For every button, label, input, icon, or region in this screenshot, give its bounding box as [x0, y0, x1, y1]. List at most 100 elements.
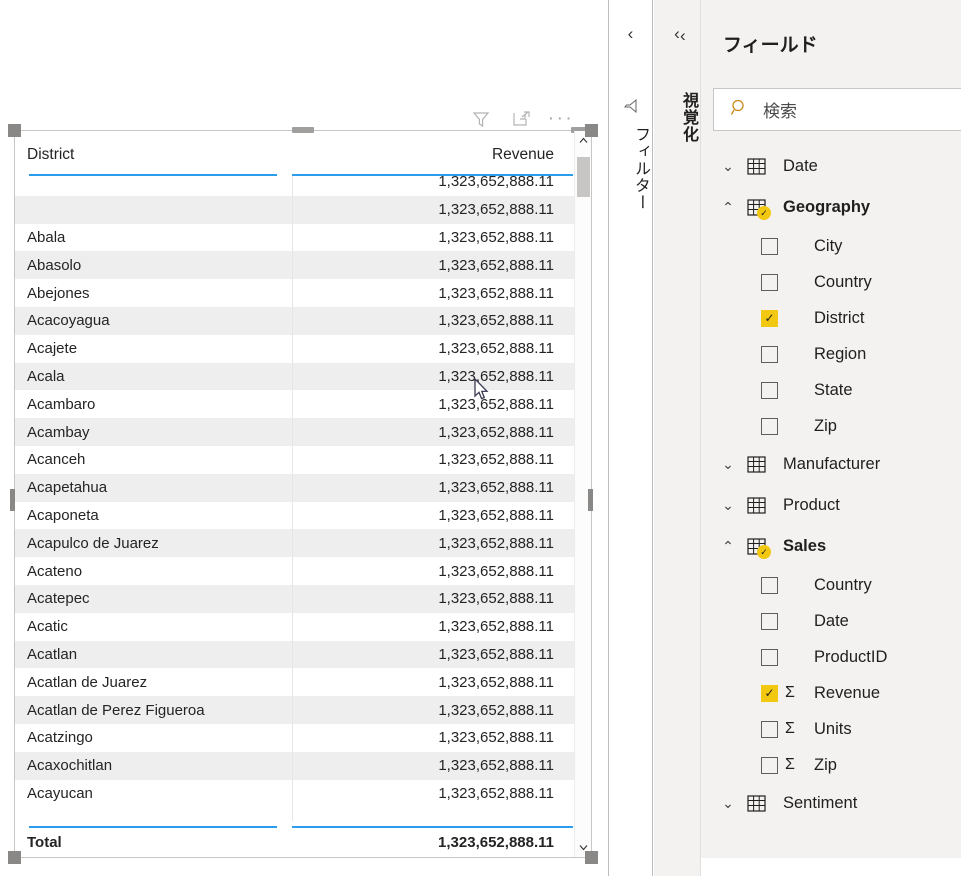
sigma-measure-icon: Σ [785, 720, 795, 737]
cell-revenue: 1,323,652,888.11 [438, 284, 554, 302]
table-visual[interactable]: District Revenue 1,323,652,888.11 1,323,6… [14, 127, 593, 858]
filters-pane-label: フィルター [632, 126, 649, 211]
table-row[interactable]: Acambay 1,323,652,888.11 [15, 418, 574, 446]
resize-handle-top-left[interactable] [8, 124, 21, 137]
cell-revenue: 1,323,652,888.11 [438, 645, 554, 663]
field-checkbox[interactable]: ✓ [761, 612, 778, 630]
chevron-down-icon[interactable]: ⌄ [713, 497, 743, 514]
cell-district: Acatlan de Juarez [27, 673, 148, 691]
table-row[interactable]: Acatlan de Juarez 1,323,652,888.11 [15, 668, 574, 696]
resize-handle-top-right[interactable] [585, 124, 598, 137]
cell-district: Acanceh [27, 451, 86, 469]
field-item-district[interactable]: ✓ District [713, 300, 961, 336]
more-options-icon[interactable]: ··· [548, 108, 572, 130]
field-item-city[interactable]: ✓ City [713, 228, 961, 264]
fields-tree: ⌄ Date ⌃ ✓ Geography ✓ City ✓ Country ✓ District ✓ R… [701, 146, 961, 858]
field-item-state[interactable]: ✓ State [713, 372, 961, 408]
field-item-region[interactable]: ✓ Region [713, 336, 961, 372]
filter-funnel-icon[interactable] [470, 108, 492, 130]
resize-handle-bottom-left[interactable] [8, 851, 21, 864]
fields-table-product[interactable]: ⌄ Product [713, 485, 961, 526]
cell-revenue: 1,323,652,888.11 [438, 701, 554, 719]
fields-table-date[interactable]: ⌄ Date [713, 146, 961, 187]
field-checkbox[interactable]: ✓ [761, 576, 778, 594]
table-icon [743, 795, 769, 812]
table-row[interactable]: Acanceh 1,323,652,888.11 [15, 446, 574, 474]
fields-collapse-chevron-icon[interactable]: ‹ [680, 26, 686, 46]
field-checkbox[interactable]: ✓ [761, 381, 778, 399]
field-checkbox[interactable]: ✓ [761, 273, 778, 291]
field-item-zip[interactable]: ✓ Σ Zip [713, 747, 961, 783]
table-row[interactable]: Acajete 1,323,652,888.11 [15, 335, 574, 363]
field-item-country[interactable]: ✓ Country [713, 264, 961, 300]
field-checkbox[interactable]: ✓ [761, 309, 778, 327]
filters-pane-collapsed[interactable]: ‹ フィルター [608, 0, 653, 876]
table-row[interactable]: Acala 1,323,652,888.11 [15, 362, 574, 391]
table-row[interactable]: Acapulco de Juarez 1,323,652,888.11 [15, 529, 574, 558]
field-item-label: City [814, 236, 843, 255]
field-checkbox[interactable]: ✓ [761, 648, 778, 666]
table-row[interactable]: Abala 1,323,652,888.11 [15, 224, 574, 252]
chevron-up-icon[interactable]: ⌃ [713, 538, 743, 555]
table-row[interactable]: Acacoyagua 1,323,652,888.11 [15, 306, 574, 335]
field-item-date[interactable]: ✓ Date [713, 603, 961, 639]
field-checkbox[interactable]: ✓ [761, 345, 778, 363]
resize-handle-right[interactable] [588, 489, 593, 511]
resize-handle-bottom-right[interactable] [585, 851, 598, 864]
table-row[interactable]: Acatzingo 1,323,652,888.11 [15, 724, 574, 752]
chevron-down-icon[interactable]: ⌄ [713, 456, 743, 473]
fields-table-sales[interactable]: ⌃ ✓ Sales [713, 526, 961, 567]
resize-handle-left[interactable] [10, 489, 15, 511]
visualizations-expand-chevron-icon[interactable]: ‹ [654, 24, 700, 44]
field-item-units[interactable]: ✓ Σ Units [713, 711, 961, 747]
field-checkbox[interactable]: ✓ [761, 237, 778, 255]
table-row[interactable]: Acayucan 1,323,652,888.11 [15, 780, 574, 808]
fields-table-geography[interactable]: ⌃ ✓ Geography [713, 187, 961, 228]
table-header-row: District Revenue [15, 131, 574, 168]
cell-district: Acatlan [27, 645, 78, 663]
chevron-down-icon[interactable]: ⌄ [713, 795, 743, 812]
fields-table-sentiment[interactable]: ⌄ Sentiment [713, 783, 961, 824]
scrollbar-thumb[interactable] [577, 157, 590, 197]
fields-search-box[interactable]: 検索 [713, 88, 961, 131]
column-header-revenue[interactable]: Revenue [278, 146, 574, 164]
sigma-measure-icon: Σ [785, 756, 795, 773]
column-divider [292, 176, 293, 821]
table-row[interactable]: Acatlan 1,323,652,888.11 [15, 640, 574, 669]
field-item-country[interactable]: ✓ Country [713, 567, 961, 603]
table-row[interactable]: Abejones 1,323,652,888.11 [15, 279, 574, 307]
table-row[interactable]: Acatlan de Perez Figueroa 1,323,652,888.1… [15, 696, 574, 724]
table-row[interactable]: Acambaro 1,323,652,888.11 [15, 390, 574, 418]
visualizations-pane-collapsed[interactable]: ‹ 視覚化 [654, 0, 701, 876]
fields-pane: ‹ フィールド 検索 ⌄ Date ⌃ ✓ Geography ✓ City ✓ Country… [680, 0, 961, 858]
table-row[interactable]: Acapetahua 1,323,652,888.11 [15, 473, 574, 502]
table-row[interactable]: Acaxochitlan 1,323,652,888.11 [15, 751, 574, 780]
cell-district: Abejones [27, 284, 90, 302]
table-icon: ✓ [743, 199, 771, 220]
chevron-up-icon[interactable]: ⌃ [713, 199, 743, 216]
table-row[interactable]: Acaponeta 1,323,652,888.11 [15, 502, 574, 530]
table-row[interactable]: 1,323,652,888.11 [15, 168, 574, 196]
search-input-placeholder[interactable]: 検索 [763, 97, 797, 122]
table-row[interactable]: Acatic 1,323,652,888.11 [15, 613, 574, 641]
filters-expand-chevron-icon[interactable]: ‹ [609, 24, 652, 44]
table-icon: ✓ [743, 538, 771, 559]
field-checkbox[interactable]: ✓ [761, 756, 778, 774]
cell-revenue: 1,323,652,888.11 [438, 784, 554, 802]
field-checkbox[interactable]: ✓ [761, 684, 778, 702]
field-item-revenue[interactable]: ✓ Σ Revenue [713, 675, 961, 711]
table-row[interactable]: Acateno 1,323,652,888.11 [15, 557, 574, 585]
field-item-zip[interactable]: ✓ Zip [713, 408, 961, 444]
table-row[interactable]: 1,323,652,888.11 [15, 195, 574, 224]
table-row[interactable]: Abasolo 1,323,652,888.11 [15, 251, 574, 280]
focus-mode-icon[interactable] [510, 108, 532, 130]
field-checkbox[interactable]: ✓ [761, 417, 778, 435]
field-item-productid[interactable]: ✓ ProductID [713, 639, 961, 675]
fields-table-manufacturer[interactable]: ⌄ Manufacturer [713, 444, 961, 485]
field-checkbox[interactable]: ✓ [761, 720, 778, 738]
cell-district: Acapetahua [27, 479, 108, 497]
chevron-down-icon[interactable]: ⌄ [713, 158, 743, 175]
column-header-district[interactable]: District [15, 146, 278, 164]
report-canvas: ··· District Revenue 1,323,652,888.11 1,3… [0, 0, 606, 876]
table-row[interactable]: Acatepec 1,323,652,888.11 [15, 584, 574, 613]
